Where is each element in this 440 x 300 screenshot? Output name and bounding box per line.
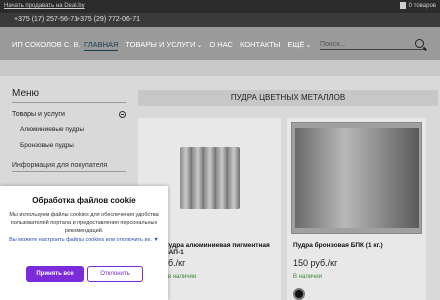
cart-icon bbox=[399, 2, 406, 9]
phone-2[interactable]: +375 (29) 772-06-71 bbox=[76, 16, 140, 23]
cookie-title: Обработка файлов cookie bbox=[32, 196, 136, 205]
product-price: 150 руб./кг bbox=[293, 258, 338, 268]
start-selling-link[interactable]: Начать продавать на Deal.by bbox=[4, 3, 85, 9]
main-nav: ГЛАВНАЯ ТОВАРЫ И УСЛУГИ⌄ О НАС КОНТАКТЫ … bbox=[84, 40, 311, 51]
sidebar-group-label: Товары и услуги bbox=[12, 111, 65, 118]
cart-count: 0 товаров bbox=[408, 2, 436, 9]
chevron-down-icon: ⌄ bbox=[305, 42, 312, 49]
accept-all-button[interactable]: Принять все bbox=[26, 266, 84, 282]
buyer-info-title[interactable]: Информация для покупателя bbox=[12, 162, 126, 172]
sidebar-item-aluminum-powder[interactable]: Алюминиевые пудры bbox=[20, 126, 126, 133]
nav-contacts[interactable]: КОНТАКТЫ bbox=[240, 40, 280, 51]
product-photo bbox=[294, 128, 419, 228]
nav-about[interactable]: О НАС bbox=[209, 40, 233, 51]
sidebar-item-bronze-powder[interactable]: Бронзовые пудры bbox=[20, 142, 126, 149]
nav-home[interactable]: ГЛАВНАЯ bbox=[84, 40, 119, 51]
search-box bbox=[320, 39, 426, 50]
search-icon[interactable] bbox=[415, 39, 424, 48]
phone-1[interactable]: +375 (17) 257-56-71 bbox=[14, 16, 78, 23]
nav-products-label: ТОВАРЫ И УСЛУГИ bbox=[125, 40, 196, 49]
header-band bbox=[0, 60, 440, 76]
sidebar-submenu: Алюминиевые пудры Бронзовые пудры bbox=[12, 126, 126, 149]
cookie-settings-link[interactable]: Вы можете настроить файлы cookies или от… bbox=[8, 237, 160, 244]
cart[interactable]: 0 товаров bbox=[399, 2, 436, 9]
search-input[interactable] bbox=[320, 39, 410, 49]
top-bar: Начать продавать на Deal.by 0 товаров bbox=[0, 0, 440, 13]
product-price: б./кг bbox=[168, 258, 186, 268]
header: ИП СОКОЛОВ С. В. ГЛАВНАЯ ТОВАРЫ И УСЛУГИ… bbox=[0, 27, 440, 60]
ring-icon[interactable] bbox=[293, 288, 305, 300]
cookie-buttons: Принять все Отклонить bbox=[26, 266, 143, 282]
product-card[interactable]: Пудра бронзовая БПК (1 кг.) 150 руб./кг … bbox=[287, 118, 426, 300]
nav-more[interactable]: ЕЩЁ⌄ bbox=[287, 40, 311, 51]
product-name[interactable]: Пудра бронзовая БПК (1 кг.) bbox=[293, 242, 383, 249]
stock-status: В наличии bbox=[293, 274, 323, 280]
product-name[interactable]: Пудра алюминиевая пигментная ПАП-1 bbox=[164, 242, 281, 256]
brand-name[interactable]: ИП СОКОЛОВ С. В. bbox=[12, 40, 81, 49]
phone-bar: +375 (17) 257-56-71 +375 (29) 772-06-71 bbox=[0, 13, 440, 27]
cookie-text: Мы используем файлы cookies для обеспече… bbox=[9, 212, 159, 234]
decline-button[interactable]: Отклонить bbox=[87, 266, 143, 282]
cookie-dialog: Обработка файлов cookie Мы используем фа… bbox=[0, 186, 168, 300]
stock-status: в наличии bbox=[168, 274, 197, 280]
product-photo bbox=[179, 147, 240, 209]
collapse-icon[interactable] bbox=[119, 111, 126, 118]
product-image[interactable] bbox=[291, 122, 422, 234]
nav-products[interactable]: ТОВАРЫ И УСЛУГИ⌄ bbox=[125, 40, 202, 51]
sidebar-group-products[interactable]: Товары и услуги bbox=[12, 111, 126, 118]
nav-more-label: ЕЩЁ bbox=[287, 40, 305, 49]
chevron-down-icon: ⌄ bbox=[196, 42, 203, 49]
sidebar: Меню Товары и услуги Алюминиевые пудры Б… bbox=[12, 88, 126, 172]
menu-title: Меню bbox=[12, 88, 126, 103]
section-title: ПУДРА ЦВЕТНЫХ МЕТАЛЛОВ bbox=[138, 90, 438, 106]
